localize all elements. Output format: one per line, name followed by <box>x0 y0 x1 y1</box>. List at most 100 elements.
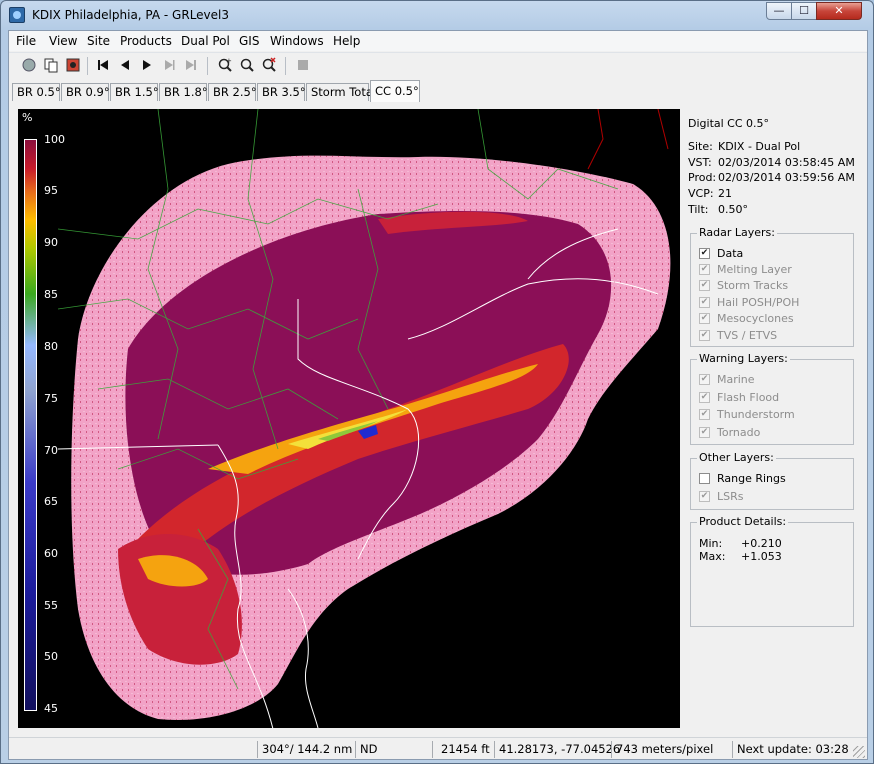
checkbox[interactable] <box>699 247 710 259</box>
menu-site[interactable]: Site <box>87 34 110 48</box>
checkbox[interactable] <box>699 490 710 502</box>
menu-dual-pol[interactable]: Dual Pol <box>181 34 230 48</box>
checkbox[interactable] <box>699 408 710 420</box>
title-bar[interactable]: KDIX Philadelphia, PA - GRLevel3 — ☐ ✕ <box>1 1 873 29</box>
scale-tick: 50 <box>44 650 58 663</box>
layer-lsrs[interactable]: LSRs <box>699 489 744 503</box>
layer-thunderstorm[interactable]: Thunderstorm <box>699 407 795 421</box>
other-layers-group: Other Layers: Range Rings LSRs <box>690 451 854 510</box>
radar-map[interactable] <box>58 109 680 728</box>
checkbox[interactable] <box>699 279 710 291</box>
scale-unit: % <box>22 111 33 124</box>
meta-tilt: Tilt: 0.50° <box>688 203 748 216</box>
layer-data[interactable]: Data <box>699 246 743 260</box>
layer-flash-flood[interactable]: Flash Flood <box>699 390 779 404</box>
copy-icon[interactable] <box>43 57 59 73</box>
cc-color-bar <box>24 139 37 711</box>
status-next-update: Next update: 03:28 <box>732 741 849 758</box>
warning-layers-title: Warning Layers: <box>697 352 790 365</box>
warning-layers-group: Warning Layers: Marine Flash Flood Thund… <box>690 352 854 445</box>
app-window: KDIX Philadelphia, PA - GRLevel3 — ☐ ✕ F… <box>0 0 874 764</box>
scale-tick: 80 <box>44 340 58 353</box>
minimize-button[interactable]: — <box>766 2 792 20</box>
stop-icon[interactable] <box>295 57 311 73</box>
meta-vcp: VCP: 21 <box>688 187 732 200</box>
layer-tvs[interactable]: TVS / ETVS <box>699 328 777 342</box>
svg-text:+: + <box>226 57 232 65</box>
save-image-icon[interactable] <box>65 57 81 73</box>
checkbox[interactable] <box>699 329 710 341</box>
zoom-reset-icon[interactable] <box>261 57 277 73</box>
checkbox[interactable] <box>699 296 710 308</box>
checkbox[interactable] <box>699 312 710 324</box>
layer-range-rings[interactable]: Range Rings <box>699 471 786 485</box>
canada-border-lines <box>587 109 669 170</box>
scale-tick: 75 <box>44 392 58 405</box>
close-button[interactable]: ✕ <box>816 2 862 20</box>
toolbar-separator <box>285 57 286 75</box>
tab-br-0.9[interactable]: BR 0.9° <box>61 83 110 101</box>
checkbox[interactable] <box>699 263 710 275</box>
product-tabs: BR 0.5° BR 0.9° BR 1.5° BR 1.8° BR 2.5° … <box>9 80 867 102</box>
product-title: Digital CC 0.5° <box>688 117 770 130</box>
step-forward-icon[interactable] <box>161 57 177 73</box>
layer-mesocyclones[interactable]: Mesocyclones <box>699 311 794 325</box>
scale-tick: 100 <box>44 133 65 146</box>
menu-bar: File View Site Products Dual Pol GIS Win… <box>9 31 867 51</box>
menu-help[interactable]: Help <box>333 34 360 48</box>
detail-max: Max: +1.053 <box>699 550 782 563</box>
meta-site: Site: KDIX - Dual Pol <box>688 140 801 153</box>
scale-tick: 55 <box>44 599 58 612</box>
scale-tick: 90 <box>44 236 58 249</box>
client-area: File View Site Products Dual Pol GIS Win… <box>8 30 868 760</box>
maximize-button[interactable]: ☐ <box>791 2 817 20</box>
checkbox[interactable] <box>699 373 710 385</box>
layer-melting-layer[interactable]: Melting Layer <box>699 262 792 276</box>
toolbar: + <box>9 52 867 79</box>
scale-tick: 95 <box>44 184 58 197</box>
new-window-icon[interactable] <box>21 57 37 73</box>
layer-hail[interactable]: Hail POSH/POH <box>699 295 799 309</box>
menu-gis[interactable]: GIS <box>239 34 259 48</box>
checkbox[interactable] <box>699 391 710 403</box>
tab-br-1.5[interactable]: BR 1.5° <box>110 83 159 101</box>
scale-tick: 45 <box>44 702 58 715</box>
status-coordinates: 41.28173, -77.04526 <box>494 741 620 758</box>
toolbar-separator <box>207 57 208 75</box>
status-resolution: 743 meters/pixel <box>611 741 732 758</box>
layer-tornado[interactable]: Tornado <box>699 425 760 439</box>
layer-marine[interactable]: Marine <box>699 372 755 386</box>
tab-br-2.5[interactable]: BR 2.5° <box>208 83 257 101</box>
other-layers-title: Other Layers: <box>697 451 776 464</box>
product-details-title: Product Details: <box>697 515 789 528</box>
tab-storm-total[interactable]: Storm Total <box>306 83 376 101</box>
play-icon[interactable] <box>139 57 155 73</box>
zoom-out-icon[interactable] <box>239 57 255 73</box>
meta-prod: Prod: 02/03/2014 03:59:56 AM <box>688 171 855 184</box>
menu-file[interactable]: File <box>16 34 36 48</box>
radar-display[interactable]: % 100 95 90 85 80 75 70 65 60 55 50 45 <box>18 109 680 728</box>
menu-view[interactable]: View <box>49 34 77 48</box>
first-frame-icon[interactable] <box>95 57 111 73</box>
toolbar-separator <box>87 57 88 75</box>
window-title: KDIX Philadelphia, PA - GRLevel3 <box>32 8 230 22</box>
menu-products[interactable]: Products <box>120 34 172 48</box>
layer-storm-tracks[interactable]: Storm Tracks <box>699 278 788 292</box>
last-frame-icon[interactable] <box>183 57 199 73</box>
step-back-icon[interactable] <box>117 57 133 73</box>
meta-vst: VST: 02/03/2014 03:58:45 AM <box>688 156 855 169</box>
resize-grip-icon[interactable] <box>853 746 865 758</box>
status-azimuth-range: 304°/ 144.2 nm <box>257 741 355 758</box>
zoom-in-icon[interactable]: + <box>217 57 233 73</box>
tab-br-3.5[interactable]: BR 3.5° <box>257 83 306 101</box>
checkbox[interactable] <box>699 472 710 484</box>
grlevel3-app-icon[interactable] <box>9 7 25 23</box>
tab-br-1.8[interactable]: BR 1.8° <box>159 83 208 101</box>
scale-tick: 60 <box>44 547 58 560</box>
tab-cc-0.5[interactable]: CC 0.5° <box>370 80 420 102</box>
menu-windows[interactable]: Windows <box>270 34 324 48</box>
tab-br-0.5[interactable]: BR 0.5° <box>12 83 61 101</box>
checkbox[interactable] <box>699 426 710 438</box>
detail-min: Min: +0.210 <box>699 537 782 550</box>
radar-layers-title: Radar Layers: <box>697 226 777 239</box>
